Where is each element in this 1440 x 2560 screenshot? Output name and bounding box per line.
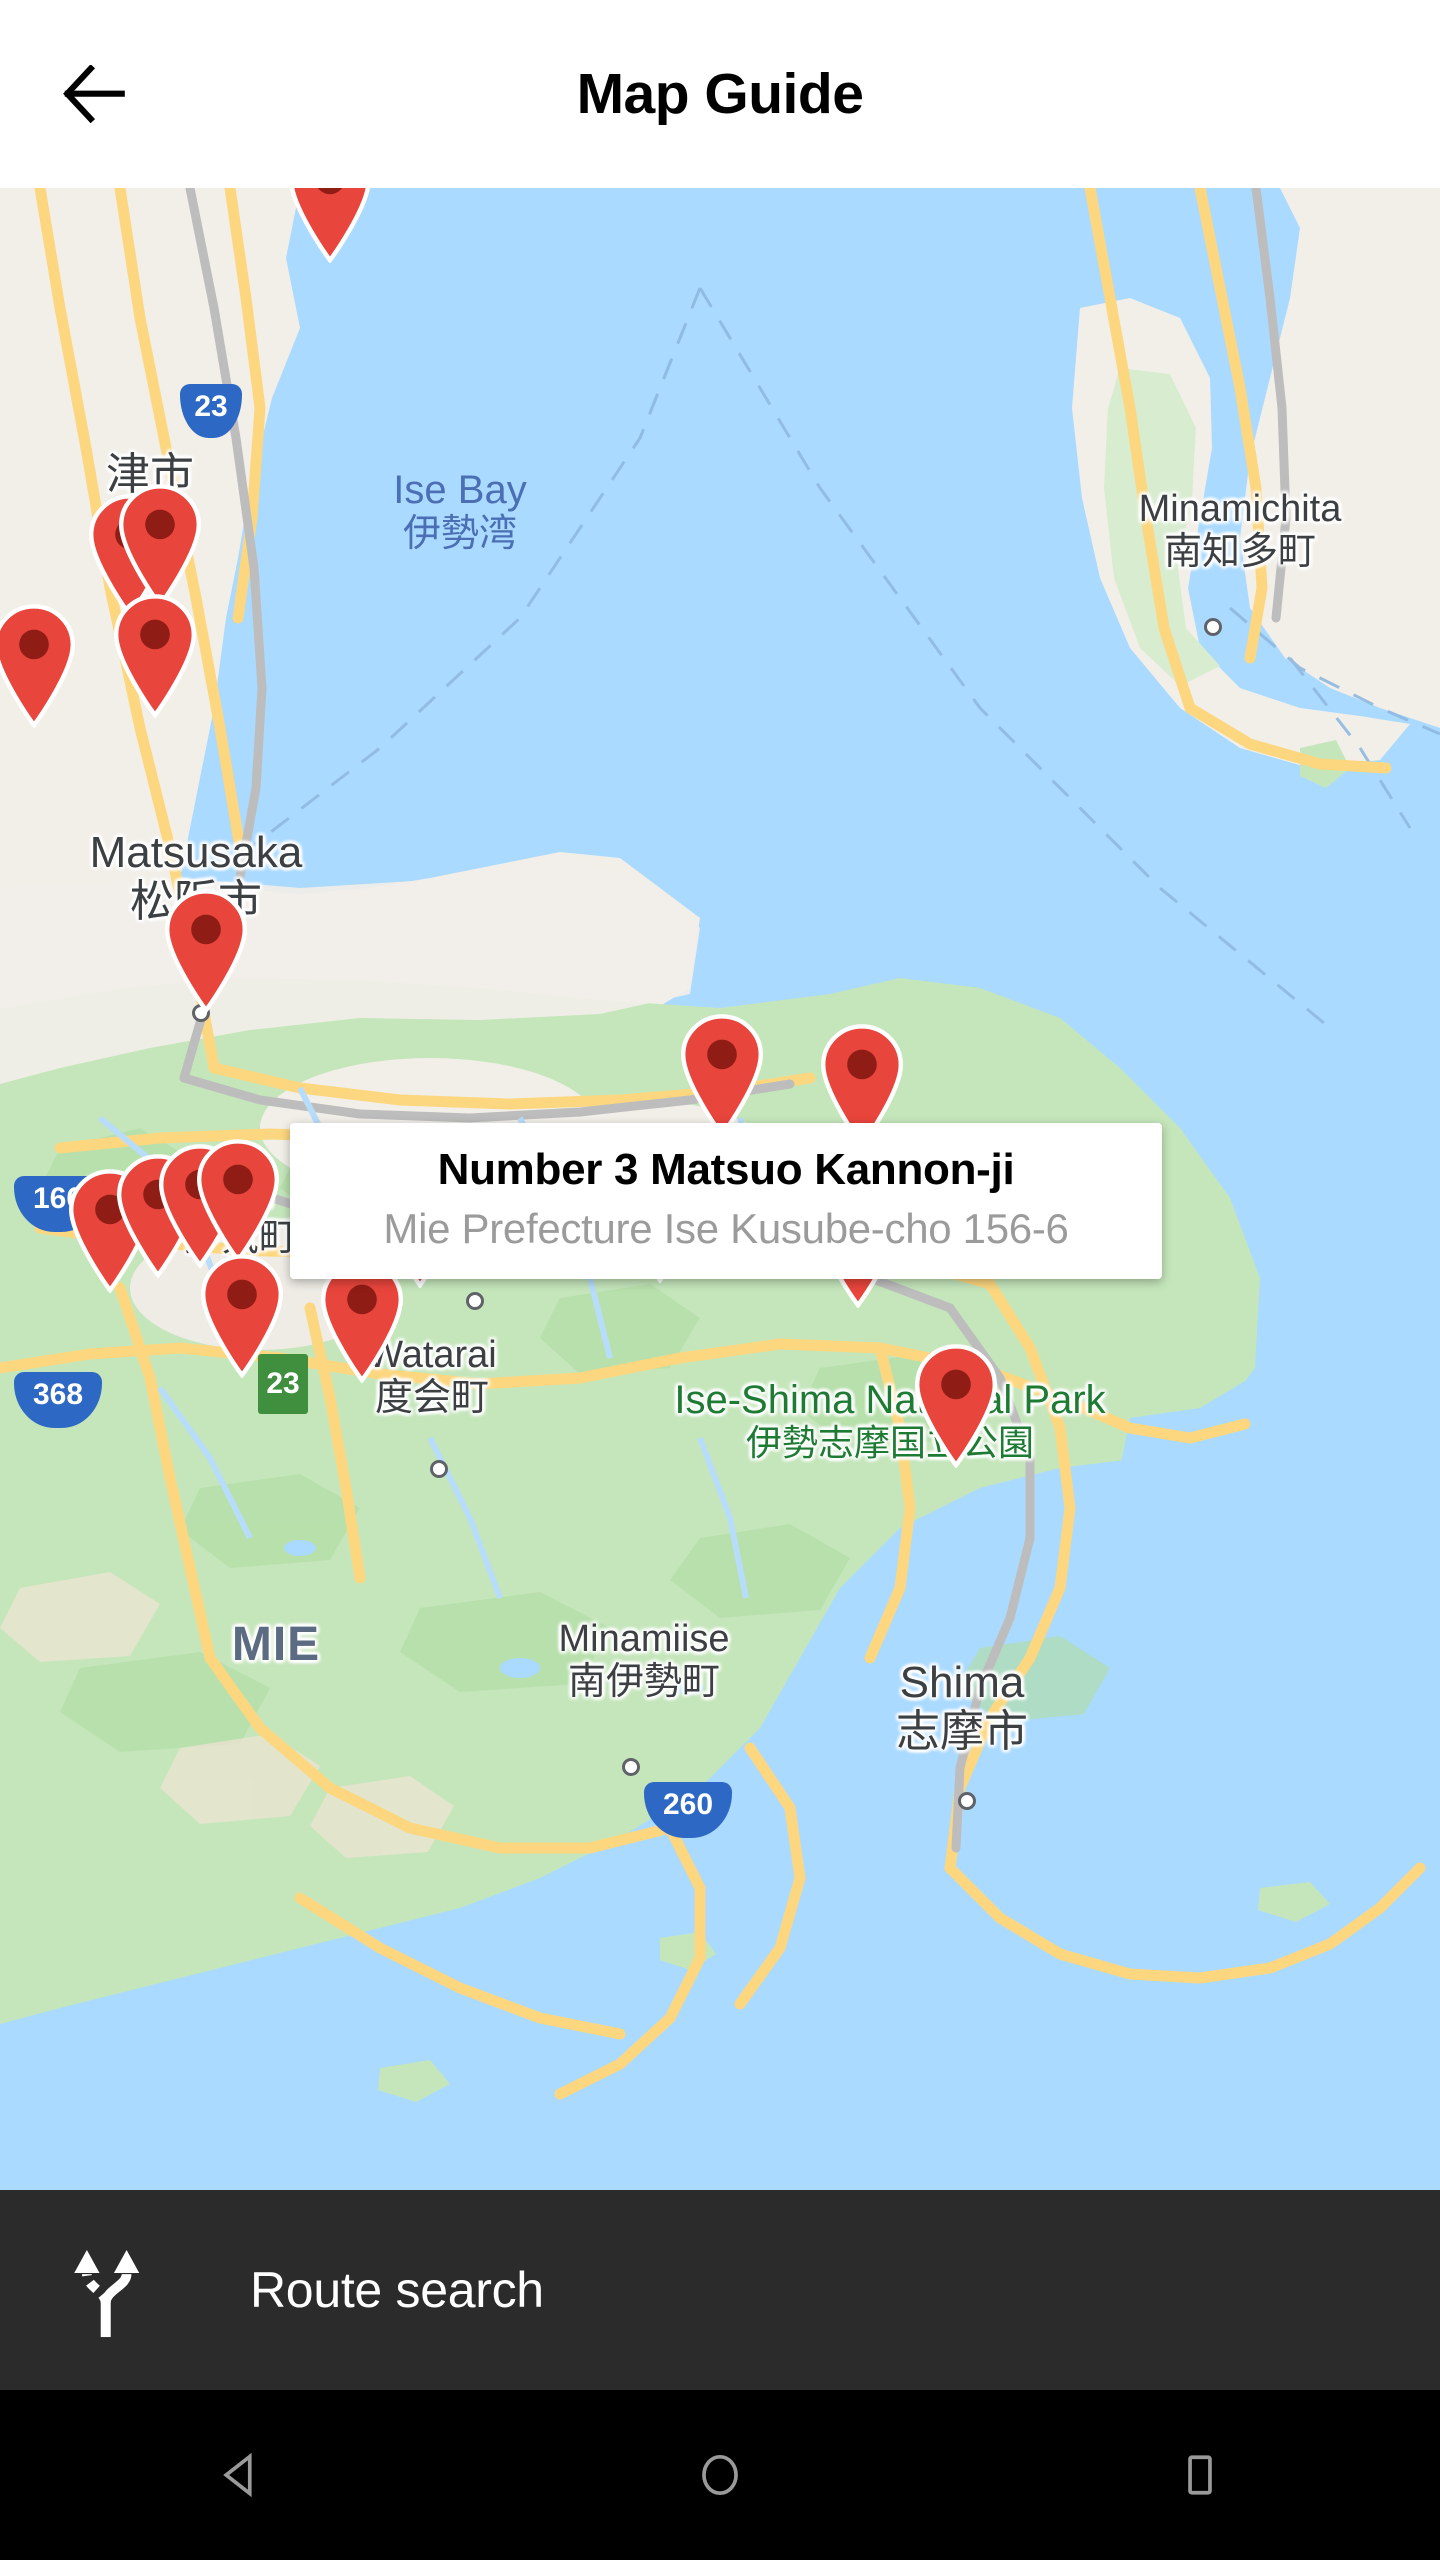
marker-info-window[interactable]: Number 3 Matsuo Kannon-ji Mie Prefecture… [290, 1123, 1162, 1279]
nav-back-triangle-icon [223, 2452, 252, 2498]
route-search-bar[interactable]: Route search [0, 2190, 1440, 2390]
page-title: Map Guide [576, 62, 864, 126]
marker-4[interactable] [111, 594, 199, 719]
route-fork-icon [46, 2240, 166, 2340]
nav-home-button[interactable] [480, 2449, 960, 2501]
android-navigation-bar [0, 2390, 1440, 2560]
marker-6[interactable] [162, 889, 250, 1014]
back-button[interactable] [38, 34, 158, 154]
marker-1[interactable] [286, 188, 374, 264]
marker-5[interactable] [0, 604, 78, 729]
marker-10[interactable] [194, 1139, 282, 1264]
marker-20[interactable] [912, 1344, 1000, 1469]
marker-3[interactable] [116, 484, 204, 609]
nav-recents-button[interactable] [960, 2449, 1440, 2501]
marker-12[interactable] [198, 1254, 286, 1379]
info-window-title: Number 3 Matsuo Kannon-ji [437, 1145, 1015, 1194]
marker-16[interactable] [678, 1014, 766, 1139]
route-search-label: Route search [250, 2262, 544, 2318]
nav-recents-square-icon [1188, 2455, 1212, 2495]
arrow-left-icon [63, 65, 125, 123]
app-bar: Map Guide [0, 0, 1440, 188]
nav-back-button[interactable] [0, 2449, 480, 2501]
nav-home-circle-icon [702, 2454, 738, 2496]
info-window-address: Mie Prefecture Ise Kusube-cho 156-6 [383, 1205, 1069, 1252]
map-canvas[interactable]: Ise Bay 伊勢湾 津市 Matsusaka 松阪市 伊勢市 鳥羽市 Shi… [0, 188, 1440, 2190]
